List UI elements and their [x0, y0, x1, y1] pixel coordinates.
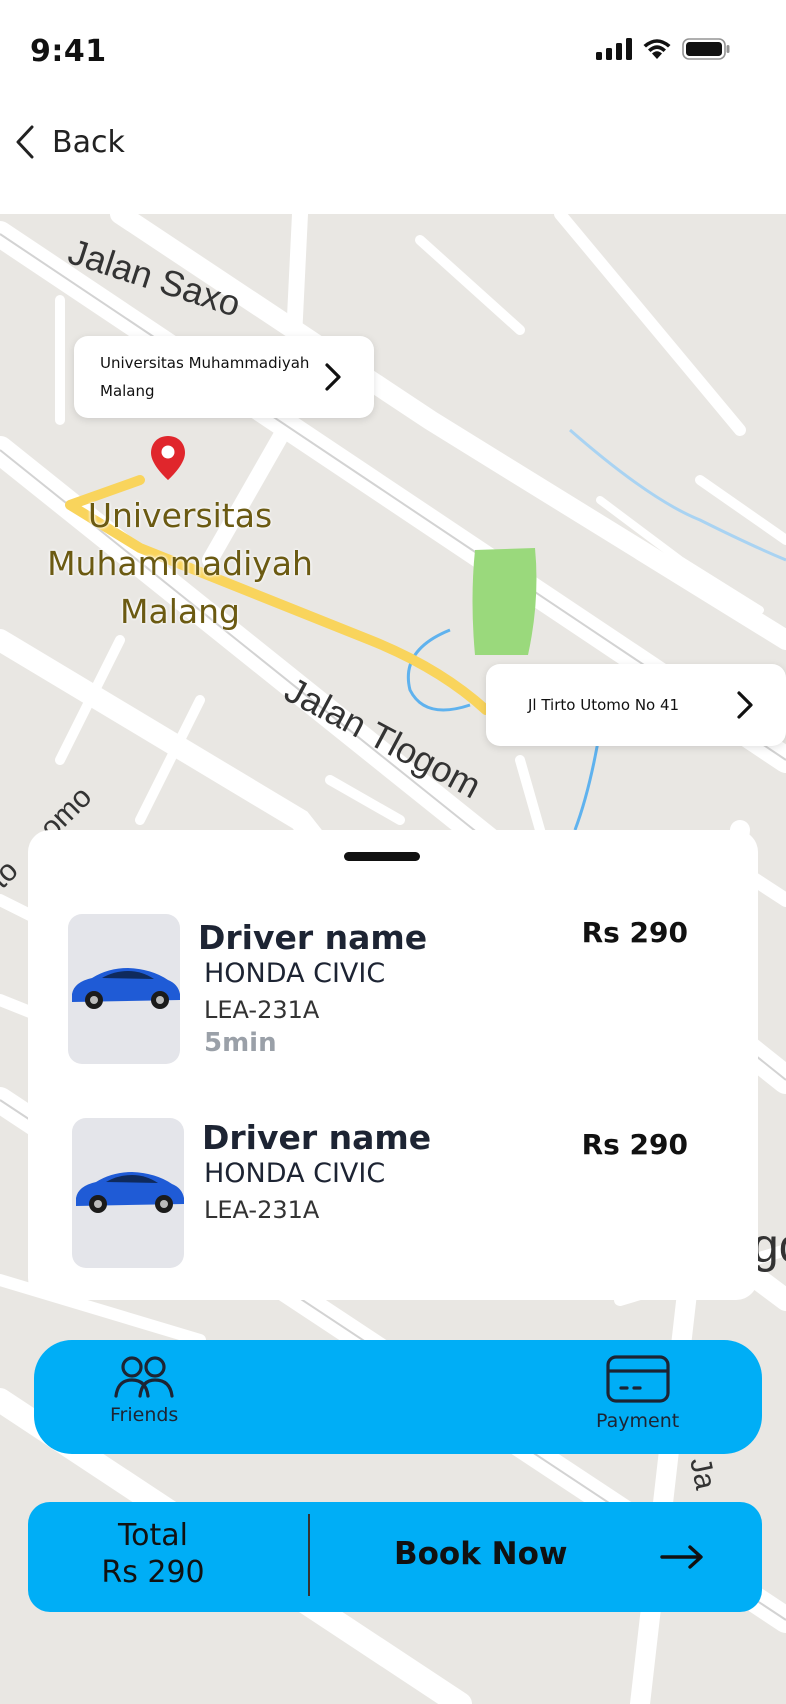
chevron-left-icon: [16, 125, 34, 159]
back-button[interactable]: Back: [14, 124, 125, 160]
location-pin-icon: [148, 434, 188, 488]
total-label: Total: [117, 1518, 189, 1553]
car-thumbnail: [72, 1118, 184, 1268]
back-label: Back: [52, 124, 125, 160]
status-bar: 9:41: [0, 0, 786, 100]
driver-card[interactable]: Driver name HONDA CIVIC LEA-231A 5min Rs…: [28, 914, 758, 1074]
driver-name: Driver name: [198, 918, 428, 957]
nav-bar: Back: [0, 100, 786, 214]
car-model: HONDA CIVIC: [204, 1158, 386, 1189]
book-now-button[interactable]: Book Now: [328, 1502, 762, 1612]
friends-button[interactable]: Friends: [110, 1354, 178, 1426]
chevron-right-icon: [325, 363, 341, 391]
sheet-drag-handle[interactable]: [344, 852, 420, 861]
payment-card-icon: [605, 1355, 670, 1403]
chevron-right-icon: [737, 691, 753, 719]
car-thumbnail: [68, 914, 180, 1064]
payment-label: Payment: [596, 1410, 680, 1432]
driver-price: Rs 290: [581, 1128, 688, 1161]
booking-bar: Total Rs 290 Book Now: [28, 1502, 762, 1612]
map-street-label: to: [0, 854, 25, 895]
book-now-label: Book Now: [394, 1536, 568, 1572]
friends-icon: [114, 1356, 174, 1398]
payment-button[interactable]: Payment: [596, 1354, 679, 1432]
total-value: Rs 290: [101, 1555, 205, 1590]
car-model: HONDA CIVIC: [204, 958, 386, 989]
status-icons: [596, 38, 730, 60]
signal-icon: [596, 38, 632, 60]
driver-card[interactable]: Driver name HONDA CIVIC LEA-231A Rs 290: [28, 1118, 758, 1278]
driver-list-sheet: Driver name HONDA CIVIC LEA-231A 5min Rs…: [28, 830, 758, 1300]
arrow-right-icon: [660, 1545, 703, 1569]
origin-text: Universitas Muhammadiyah Malang: [100, 354, 310, 400]
car-image: [76, 1172, 184, 1213]
destination-text: Jl Tirto Utomo No 41: [528, 696, 680, 714]
origin-card[interactable]: Universitas Muhammadiyah Malang: [74, 336, 374, 418]
options-bar: Friends Payment: [34, 1340, 762, 1454]
map-place-label: Universitas Muhammadiyah Malang: [47, 496, 313, 631]
divider: [308, 1514, 310, 1596]
wifi-icon: [643, 39, 671, 59]
battery-icon: [682, 38, 730, 60]
driver-eta: 5min: [204, 1028, 277, 1058]
total-block: Total Rs 290: [68, 1518, 238, 1592]
destination-card[interactable]: Jl Tirto Utomo No 41: [486, 664, 786, 746]
map-street-label: Ja: [683, 1455, 722, 1493]
driver-price: Rs 290: [581, 916, 688, 949]
friends-label: Friends: [110, 1404, 179, 1426]
car-plate: LEA-231A: [204, 1196, 320, 1224]
driver-name: Driver name: [202, 1118, 432, 1157]
car-image: [72, 968, 180, 1009]
car-plate: LEA-231A: [204, 996, 320, 1024]
status-time: 9:41: [30, 34, 107, 69]
